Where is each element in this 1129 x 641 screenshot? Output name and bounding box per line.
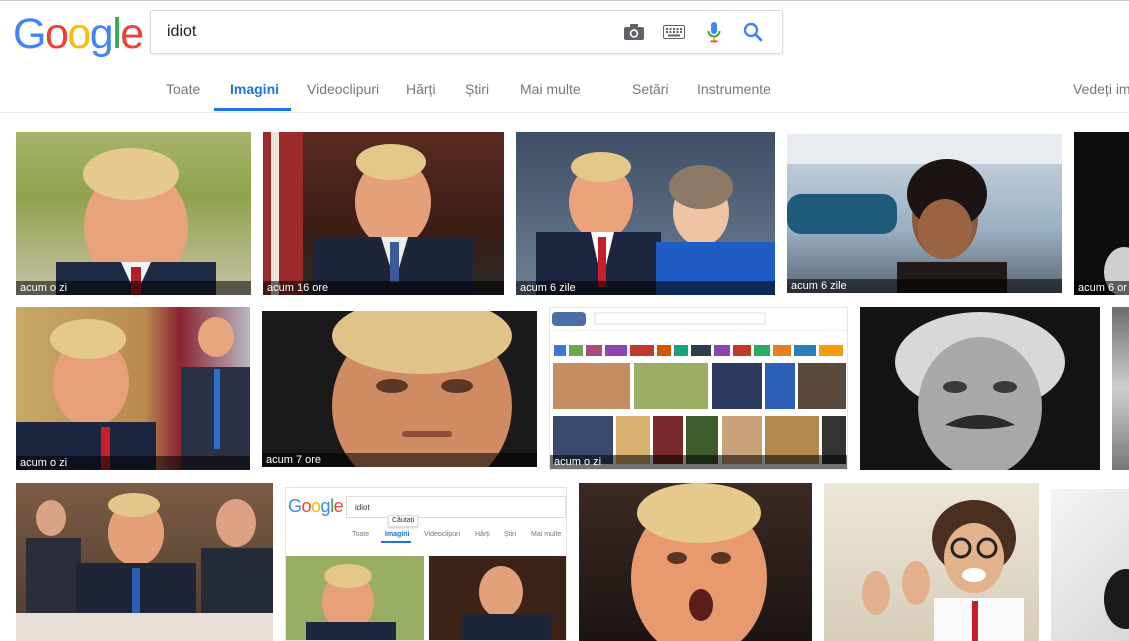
tab-harti[interactable]: Hărți: [406, 81, 436, 97]
result-image: [263, 132, 473, 295]
result-image: [56, 148, 216, 295]
nested-tooltip: Căutați: [388, 515, 419, 527]
image-result[interactable]: acum 6 zile: [787, 134, 1062, 293]
result-image: [536, 152, 775, 295]
camera-icon[interactable]: [622, 21, 646, 43]
image-result[interactable]: [860, 307, 1100, 470]
result-image: [895, 312, 1065, 470]
nested-results-image: [286, 556, 566, 640]
image-result[interactable]: [16, 483, 273, 641]
image-result[interactable]: acum 16 ore: [263, 132, 504, 295]
image-result[interactable]: acum 6 zile: [516, 132, 775, 295]
tab-instrumente[interactable]: Instrumente: [697, 81, 771, 97]
image-result[interactable]: [579, 483, 812, 641]
nested-search-input: idiot: [346, 496, 566, 518]
result-age: acum 6 zile: [787, 279, 1062, 293]
tab-setari[interactable]: Setări: [632, 81, 669, 97]
view-images-link[interactable]: Vedeți ima: [1073, 81, 1129, 97]
google-logo[interactable]: Google: [13, 12, 144, 56]
keyboard-icon[interactable]: [662, 21, 686, 43]
search-tabs: Toate Imagini Videoclipuri Hărți Știri M…: [0, 64, 1129, 113]
nested-google-logo: Google: [288, 496, 344, 516]
search-box[interactable]: [150, 10, 783, 54]
search-icon[interactable]: [741, 21, 765, 43]
image-result[interactable]: Google idiot Căutați Toate Imagini Video…: [285, 487, 567, 641]
result-age: acum o zi: [16, 456, 250, 470]
result-image: [16, 317, 250, 470]
nested-tab: Imagini: [385, 531, 410, 538]
result-image: [862, 500, 1024, 641]
nested-tab: Toate: [352, 531, 370, 538]
image-result[interactable]: acum o zi: [16, 307, 250, 470]
image-result[interactable]: acum o zi: [16, 132, 251, 295]
active-tab-indicator: [214, 108, 291, 111]
result-image: [631, 483, 767, 641]
microphone-icon[interactable]: [702, 21, 726, 43]
result-age: acum o zi: [550, 455, 847, 469]
image-result[interactable]: acum 7 ore: [262, 311, 537, 467]
result-age: acum 7 ore: [262, 453, 537, 467]
search-input[interactable]: [167, 22, 607, 42]
tab-videoclipuri[interactable]: Videoclipuri: [307, 81, 379, 97]
window-top-border: [0, 0, 1129, 1]
nested-tab-underline: [381, 541, 411, 543]
result-age: acum 16 ore: [263, 281, 504, 295]
result-age: acum 6 zile: [516, 281, 775, 295]
result-image: [1104, 247, 1129, 295]
image-result[interactable]: acum 6 or: [1074, 132, 1129, 295]
result-image: [787, 134, 1062, 293]
tab-toate[interactable]: Toate: [166, 81, 200, 97]
result-image: [1104, 569, 1129, 629]
nested-tab: Hărți: [475, 531, 490, 538]
tab-stiri[interactable]: Știri: [465, 81, 489, 97]
tab-imagini[interactable]: Imagini: [230, 81, 279, 97]
result-age: acum 6 or: [1074, 281, 1129, 295]
image-result[interactable]: [1112, 307, 1129, 470]
image-result[interactable]: [824, 483, 1039, 641]
result-age: acum o zi: [16, 281, 251, 295]
image-result[interactable]: [1051, 489, 1129, 641]
nested-tab: Mai multe: [531, 531, 562, 538]
result-image: [16, 493, 273, 641]
image-result[interactable]: acum o zi: [549, 307, 848, 470]
result-image: [550, 312, 847, 464]
result-image: [332, 311, 512, 467]
nested-tab: Videoclipuri: [424, 531, 461, 538]
nested-tab: Știri: [504, 531, 517, 538]
tab-mai-multe[interactable]: Mai multe: [520, 81, 581, 97]
